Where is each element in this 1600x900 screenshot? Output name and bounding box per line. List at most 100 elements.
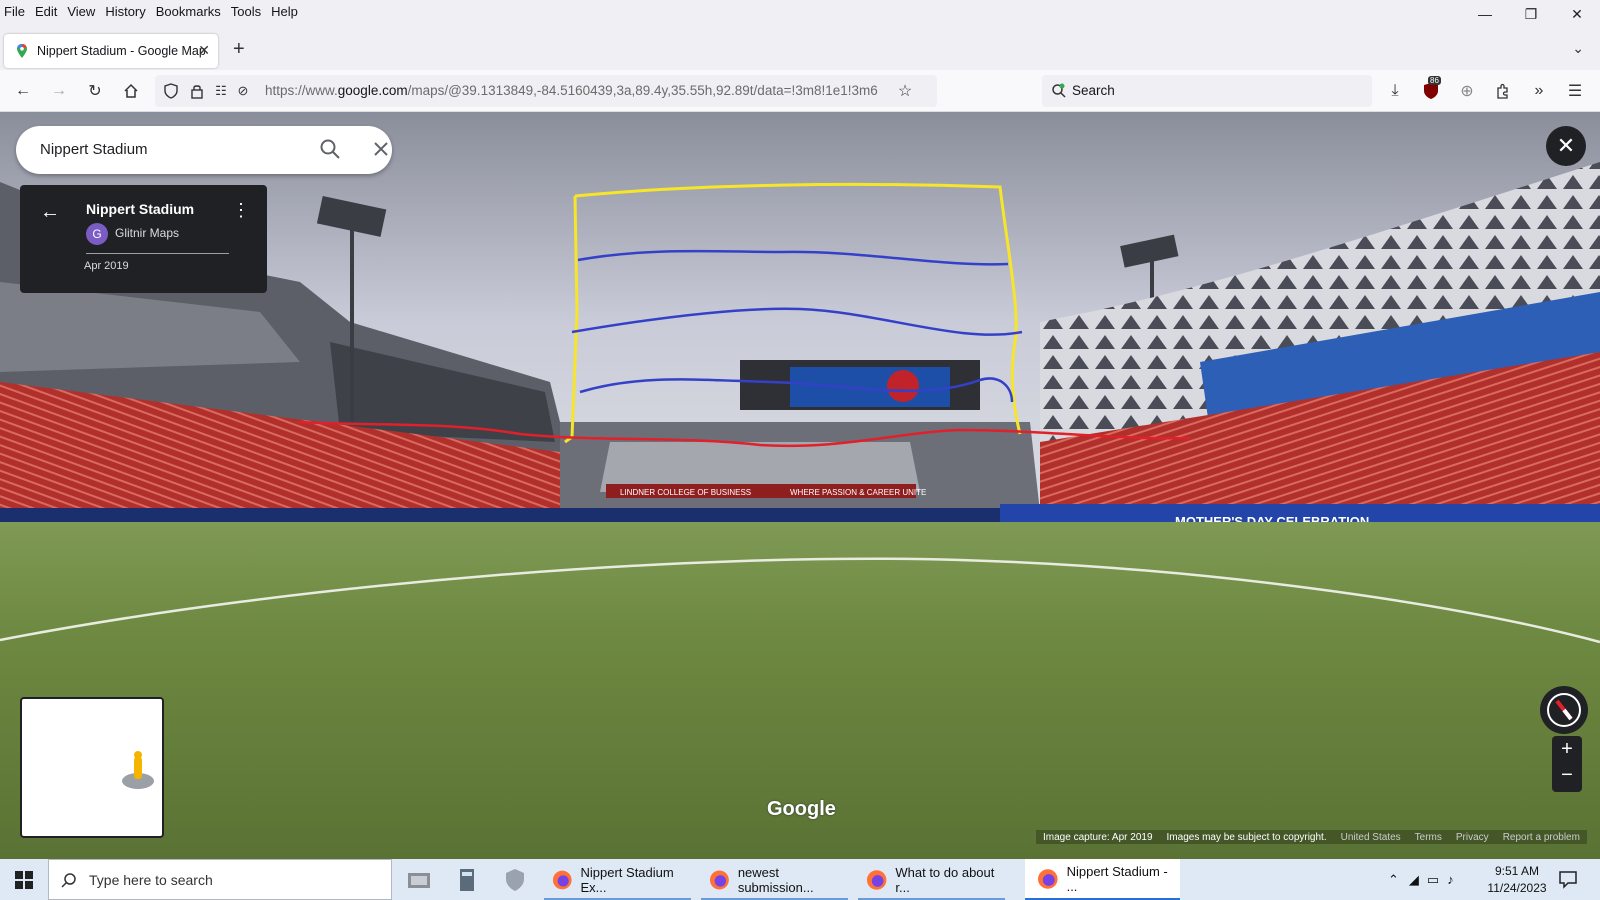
maps-search-box[interactable]: Nippert Stadium: [16, 126, 392, 174]
tab-google-maps[interactable]: Nippert Stadium - Google Maps ✕: [4, 34, 218, 68]
notification-center-icon[interactable]: [1558, 869, 1578, 889]
taskbar-search-placeholder: Type here to search: [89, 872, 213, 888]
permissions-icon[interactable]: ☷: [209, 79, 233, 103]
extension-badge: 86: [1428, 76, 1441, 85]
reload-icon[interactable]: ↻: [83, 79, 107, 103]
network-icon[interactable]: ◢: [1409, 872, 1419, 888]
navigation-bar: ← → ↻ ☷ ⊘ https://www.google.com/maps/@3…: [0, 70, 1600, 112]
task-view-icon[interactable]: [404, 865, 434, 895]
close-window-icon[interactable]: ✕: [1554, 0, 1600, 28]
forward-icon[interactable]: →: [47, 79, 71, 103]
compass-button[interactable]: [1540, 686, 1588, 734]
url-bar[interactable]: ☷ ⊘ https://www.google.com/maps/@39.1313…: [155, 75, 937, 107]
banner-lindner: LINDNER COLLEGE OF BUSINESS: [620, 488, 751, 497]
no-tracking-icon[interactable]: ⊘: [231, 79, 255, 103]
clock-time: 9:51 AM: [1494, 864, 1540, 878]
volume-icon[interactable]: ♪: [1447, 872, 1454, 887]
image-capture-date: Image capture: Apr 2019: [1043, 831, 1153, 843]
system-tray: ⌃ ◢ ▭ ♪: [1388, 859, 1454, 900]
photo-author[interactable]: Glitnir Maps: [115, 226, 179, 240]
region-link[interactable]: United States: [1334, 832, 1408, 843]
firefox-icon: [709, 870, 729, 889]
browser-search-placeholder: Search: [1072, 83, 1115, 98]
place-title: Nippert Stadium: [86, 201, 195, 217]
privacy-link[interactable]: Privacy: [1449, 832, 1496, 843]
zoom-in-button[interactable]: +: [1552, 738, 1582, 761]
firefox-icon: [1037, 868, 1058, 889]
google-logo: Google: [767, 798, 836, 820]
zoom-control: + −: [1552, 736, 1582, 792]
back-icon[interactable]: ←: [11, 79, 35, 103]
security-shield-icon[interactable]: [500, 865, 530, 895]
copyright-notice: Images may be subject to copyright.: [1166, 831, 1327, 843]
menu-history[interactable]: History: [100, 4, 150, 19]
list-all-tabs-icon[interactable]: ⌄: [1572, 40, 1584, 57]
menu-bookmarks[interactable]: Bookmarks: [151, 4, 226, 19]
banner-passion: WHERE PASSION & CAREER UNITE: [790, 488, 926, 497]
search-icon: [61, 873, 76, 888]
window-controls: — ❐ ✕: [1462, 0, 1600, 28]
windows-taskbar: Type here to search Nippert Stadium Ex..…: [0, 859, 1600, 900]
menu-bar: File Edit View History Bookmarks Tools H…: [0, 0, 1600, 22]
menu-tools[interactable]: Tools: [226, 4, 266, 19]
menu-file[interactable]: File: [0, 4, 30, 19]
home-icon[interactable]: [119, 79, 143, 103]
taskbar-app-firefox-3[interactable]: What to do about r...: [854, 859, 1009, 900]
app-menu-icon[interactable]: ☰: [1563, 79, 1587, 103]
terms-link[interactable]: Terms: [1408, 832, 1449, 843]
windows-logo-icon: [15, 870, 33, 889]
capture-date[interactable]: Apr 2019: [84, 260, 129, 272]
battery-icon[interactable]: ▭: [1427, 872, 1439, 888]
clear-search-icon[interactable]: [370, 138, 392, 160]
report-problem-link[interactable]: Report a problem: [1496, 832, 1587, 843]
mini-map[interactable]: [20, 697, 164, 838]
tab-title: Nippert Stadium - Google Maps: [37, 44, 205, 58]
bookmark-star-icon[interactable]: ☆: [893, 79, 917, 103]
calculator-icon[interactable]: [452, 865, 482, 895]
start-button[interactable]: [0, 859, 48, 900]
back-arrow-icon[interactable]: ←: [40, 201, 60, 224]
menu-view[interactable]: View: [62, 4, 100, 19]
taskbar-search[interactable]: Type here to search: [48, 859, 392, 900]
maps-search-query[interactable]: Nippert Stadium: [40, 141, 148, 158]
search-icon[interactable]: [319, 138, 341, 160]
restore-icon[interactable]: ❐: [1508, 0, 1554, 28]
author-avatar: G: [86, 223, 108, 245]
maps-footer: Image capture: Apr 2019 Images may be su…: [1036, 830, 1587, 844]
taskbar-app-firefox-1[interactable]: Nippert Stadium Ex...: [540, 859, 695, 900]
ublock-extension-icon[interactable]: 86: [1419, 76, 1443, 103]
search-engine-icon: [1052, 83, 1066, 98]
minimize-icon[interactable]: —: [1462, 0, 1508, 28]
pegman-icon[interactable]: [120, 749, 156, 791]
system-clock[interactable]: 9:51 AM 11/24/2023: [1482, 863, 1552, 897]
taskbar-app-firefox-2[interactable]: newest submission...: [697, 859, 852, 900]
browser-search-bar[interactable]: Search: [1042, 75, 1372, 107]
more-options-icon[interactable]: ⋮: [232, 201, 250, 219]
taskbar-app-label: What to do about r...: [895, 864, 995, 895]
lock-icon[interactable]: [185, 79, 209, 103]
translate-globe-icon[interactable]: ⊕: [1455, 79, 1479, 103]
menu-edit[interactable]: Edit: [30, 4, 62, 19]
google-maps-pin-icon: [17, 44, 27, 58]
taskbar-app-label: newest submission...: [737, 864, 814, 895]
tracking-shield-icon[interactable]: [159, 79, 183, 103]
tab-close-icon[interactable]: ✕: [198, 42, 210, 59]
divider: [86, 253, 229, 254]
firefox-icon: [866, 869, 887, 890]
zoom-out-button[interactable]: −: [1552, 764, 1582, 787]
tab-strip: Nippert Stadium - Google Maps ✕ + ⌄: [0, 30, 1600, 70]
new-tab-button[interactable]: +: [233, 38, 245, 61]
extensions-puzzle-icon[interactable]: [1491, 79, 1515, 103]
close-street-view-button[interactable]: ✕: [1546, 126, 1586, 166]
compass-icon: [1547, 693, 1581, 727]
overflow-chevrons-icon[interactable]: »: [1527, 79, 1551, 103]
show-hidden-icons-icon[interactable]: ⌃: [1388, 872, 1399, 888]
menu-help[interactable]: Help: [266, 4, 303, 19]
taskbar-app-label: Nippert Stadium Ex...: [580, 864, 674, 895]
street-view-panorama[interactable]: MOTHER'S DAY CELEBRATION LINDNER COLLEGE…: [0, 112, 1600, 859]
url-text: https://www.google.com/maps/@39.1313849,…: [265, 83, 878, 98]
downloads-icon[interactable]: ⤓: [1383, 79, 1407, 103]
firefox-icon: [552, 870, 572, 889]
taskbar-app-firefox-active[interactable]: Nippert Stadium - ...: [1025, 859, 1180, 900]
clock-date: 11/24/2023: [1487, 881, 1547, 895]
